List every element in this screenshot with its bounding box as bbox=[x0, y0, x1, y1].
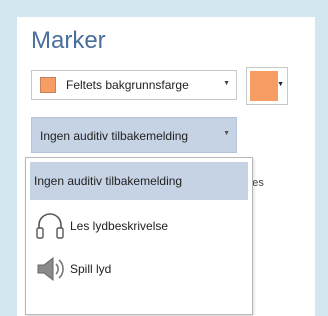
menu-item-no-audio[interactable]: Ingen auditiv tilbakemelding bbox=[30, 162, 248, 200]
menu-item-play-sound[interactable]: Spill lyd bbox=[30, 250, 248, 288]
background-color-swatch bbox=[40, 77, 56, 93]
menu-item-label: Spill lyd bbox=[70, 262, 112, 276]
chevron-down-icon: ▼ bbox=[277, 81, 284, 88]
audio-feedback-dropdown[interactable]: Ingen auditiv tilbakemelding ▼ bbox=[31, 117, 237, 153]
headphones-icon bbox=[36, 213, 64, 239]
marker-panel: Marker Feltets bakgrunnsfarge ▼ ▼ Ingen … bbox=[17, 17, 315, 316]
audio-feedback-menu: Ingen auditiv tilbakemelding Les lydbesk… bbox=[25, 157, 253, 315]
background-color-dropdown[interactable]: Feltets bakgrunnsfarge ▼ bbox=[31, 70, 237, 100]
color-picker-button[interactable]: ▼ bbox=[246, 67, 288, 105]
chevron-down-icon: ▼ bbox=[223, 130, 230, 137]
menu-item-label: Les lydbeskrivelse bbox=[70, 219, 169, 233]
color-swatch bbox=[250, 71, 278, 101]
menu-item-label: Ingen auditiv tilbakemelding bbox=[34, 174, 183, 188]
audio-feedback-selected: Ingen auditiv tilbakemelding bbox=[40, 129, 189, 143]
speaker-icon bbox=[37, 256, 64, 282]
panel-title: Marker bbox=[31, 27, 106, 54]
background-color-label: Feltets bakgrunnsfarge bbox=[66, 78, 189, 92]
menu-item-read-description[interactable]: Les lydbeskrivelse bbox=[30, 207, 248, 245]
chevron-down-icon: ▼ bbox=[223, 80, 230, 87]
